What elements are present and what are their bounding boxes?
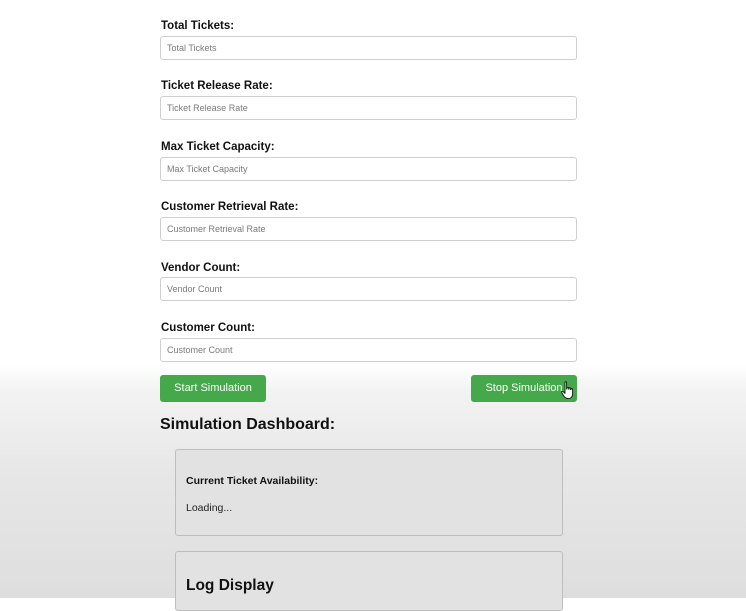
max-ticket-capacity-input[interactable] [160, 157, 577, 181]
total-tickets-label: Total Tickets: [161, 20, 235, 32]
max-ticket-capacity-label: Max Ticket Capacity: [161, 141, 275, 153]
vendor-count-input[interactable] [160, 277, 577, 301]
vendor-count-label: Vendor Count: [161, 262, 241, 274]
simulation-dashboard-title: Simulation Dashboard: [160, 416, 336, 433]
log-display-panel: Log Display [175, 551, 563, 611]
customer-count-label: Customer Count: [161, 322, 255, 334]
current-ticket-availability-heading: Current Ticket Availability: [186, 475, 319, 487]
customer-count-input[interactable] [160, 338, 577, 362]
log-display-heading: Log Display [186, 577, 274, 594]
ticket-release-rate-input[interactable] [160, 96, 577, 120]
hand-pointer-cursor-icon [561, 381, 574, 400]
total-tickets-input[interactable] [160, 36, 577, 60]
ticket-release-rate-label: Ticket Release Rate: [161, 80, 273, 92]
ticket-availability-status: Loading... [186, 502, 233, 514]
ticket-availability-panel: Current Ticket Availability: Loading... [175, 449, 563, 536]
customer-retrieval-rate-label: Customer Retrieval Rate: [161, 201, 299, 213]
customer-retrieval-rate-input[interactable] [160, 217, 577, 241]
start-simulation-button[interactable]: Start Simulation [160, 375, 266, 402]
